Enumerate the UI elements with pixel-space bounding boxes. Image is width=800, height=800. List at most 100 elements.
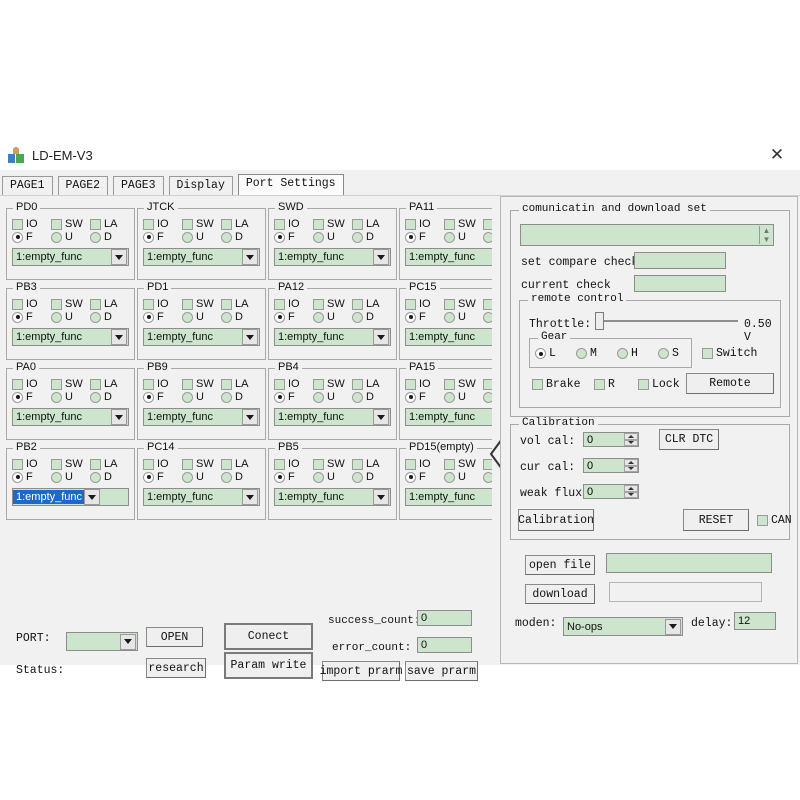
checkbox-la[interactable]: LA [90,458,129,470]
radio-u[interactable]: U [313,471,352,483]
spinner-icon[interactable] [624,485,638,498]
checkbox-la[interactable]: LA [221,458,260,470]
checkbox-io[interactable]: IO [274,378,313,390]
port-function-select[interactable]: 1:empty_func [405,248,492,266]
checkbox-io[interactable]: IO [12,218,51,230]
checkbox-la[interactable]: LA [90,378,129,390]
gear-radio-h[interactable]: H [617,347,658,360]
throttle-slider[interactable] [595,312,738,330]
checkbox-la[interactable]: LA [90,298,129,310]
checkbox-sw[interactable]: SW [182,298,221,310]
radio-u[interactable]: U [444,311,483,323]
radio-u[interactable]: U [182,391,221,403]
radio-u[interactable]: U [51,311,90,323]
checkbox-la[interactable]: LA [90,218,129,230]
checkbox-sw[interactable]: SW [51,378,90,390]
radio-f[interactable]: F [274,311,313,323]
calibration-button[interactable]: Calibration [518,509,594,531]
gear-radio-l[interactable]: L [535,347,576,360]
radio-f[interactable]: F [274,231,313,243]
download-button[interactable]: download [525,584,595,604]
radio-d[interactable]: D [221,231,260,243]
radio-u[interactable]: U [51,391,90,403]
current-check-field[interactable] [634,275,726,292]
checkbox-sw[interactable]: SW [444,458,483,470]
port-function-select[interactable]: 1:empty_func [143,328,260,346]
radio-u[interactable]: U [444,231,483,243]
tab-page1[interactable]: PAGE1 [2,176,53,196]
reset-button[interactable]: RESET [683,509,749,531]
checkbox-io[interactable]: IO [274,298,313,310]
radio-f[interactable]: F [143,471,182,483]
checkbox-io[interactable]: IO [12,458,51,470]
throttle-slider-thumb[interactable] [595,312,604,330]
checkbox-sw[interactable]: SW [51,298,90,310]
radio-d[interactable]: D [90,391,129,403]
r-checkbox[interactable]: R [594,378,615,391]
radio-f[interactable]: F [405,231,444,243]
checkbox-io[interactable]: IO [143,378,182,390]
error-count-field[interactable]: 0 [417,637,472,653]
checkbox-io[interactable]: IO [274,218,313,230]
radio-d[interactable]: D [352,231,391,243]
radio-u[interactable]: U [182,471,221,483]
gear-radio-s[interactable]: S [658,347,699,360]
connect-button[interactable]: Conect [224,623,313,650]
spinner-icon[interactable] [624,433,638,446]
checkbox-sw[interactable]: SW [313,218,352,230]
radio-f[interactable]: F [274,391,313,403]
port-function-select[interactable]: 1:empty_func [143,488,260,506]
radio-d[interactable]: D [90,471,129,483]
radio-u[interactable]: U [313,391,352,403]
clr-dtc-button[interactable]: CLR DTC [659,429,719,450]
spinner-icon[interactable]: ▲▼ [759,226,773,244]
moden-select[interactable]: No-ops [563,617,683,636]
checkbox-sw[interactable]: SW [444,218,483,230]
tab-port-settings[interactable]: Port Settings [238,174,344,196]
checkbox-la[interactable]: LA [221,218,260,230]
tab-page2[interactable]: PAGE2 [58,176,109,196]
checkbox-io[interactable]: IO [405,218,444,230]
checkbox-io[interactable]: IO [274,458,313,470]
comm-main-textbox[interactable]: ▲▼ [520,224,774,246]
checkbox-la[interactable]: LA [483,218,492,230]
radio-d[interactable]: D [90,311,129,323]
radio-d[interactable]: D [221,311,260,323]
checkbox-io[interactable]: IO [143,458,182,470]
checkbox-sw[interactable]: SW [182,378,221,390]
radio-f[interactable]: F [405,311,444,323]
checkbox-sw[interactable]: SW [182,218,221,230]
radio-f[interactable]: F [405,391,444,403]
checkbox-sw[interactable]: SW [444,378,483,390]
checkbox-la[interactable]: LA [483,298,492,310]
checkbox-sw[interactable]: SW [51,218,90,230]
port-function-select[interactable]: 1:empty_func [274,328,391,346]
save-prarm-button[interactable]: save prarm [405,661,478,681]
research-button[interactable]: research [146,658,206,678]
port-function-select[interactable]: 1:empty_func [143,408,260,426]
radio-d[interactable]: D [483,231,492,243]
radio-u[interactable]: U [182,311,221,323]
import-prarm-button[interactable]: import prarm [322,661,400,681]
radio-f[interactable]: F [405,471,444,483]
checkbox-la[interactable]: LA [352,378,391,390]
checkbox-io[interactable]: IO [143,218,182,230]
delay-field[interactable]: 12 [734,612,776,630]
weak-flux-spinner[interactable]: 0 [583,484,639,499]
radio-u[interactable]: U [444,471,483,483]
radio-u[interactable]: U [444,391,483,403]
gear-radio-m[interactable]: M [576,347,617,360]
port-function-select[interactable]: 1:empty_func [12,328,129,346]
tab-page3[interactable]: PAGE3 [113,176,164,196]
port-select[interactable] [66,632,138,651]
radio-u[interactable]: U [51,471,90,483]
radio-d[interactable]: D [352,471,391,483]
port-function-select[interactable]: 1:empty_func [12,488,129,506]
checkbox-sw[interactable]: SW [313,378,352,390]
tab-display[interactable]: Display [169,176,233,196]
checkbox-sw[interactable]: SW [313,458,352,470]
port-function-select[interactable]: 1:empty_func [12,408,129,426]
switch-checkbox[interactable]: Switch [702,347,757,360]
radio-f[interactable]: F [143,391,182,403]
port-function-select[interactable]: 1:empty_func [405,408,492,426]
